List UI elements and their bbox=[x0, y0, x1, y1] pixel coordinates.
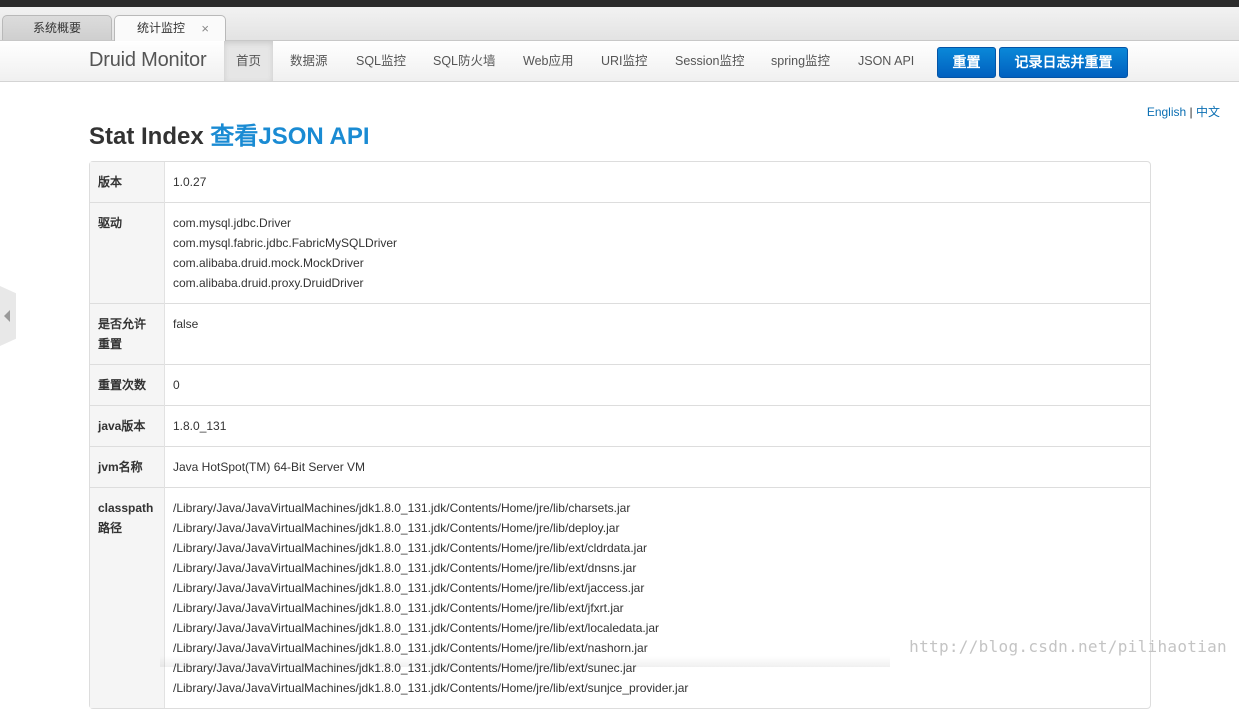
row-value: Java HotSpot(TM) 64-Bit Server VM bbox=[164, 446, 1150, 488]
brand-logo[interactable]: Druid Monitor bbox=[89, 49, 207, 72]
tab-system-overview[interactable]: 系统概要 bbox=[2, 15, 112, 40]
watermark: http://blog.csdn.net/pilihaotian bbox=[909, 637, 1227, 656]
nav-item-json-api[interactable]: JSON API bbox=[858, 41, 914, 81]
table-row: java版本 1.8.0_131 bbox=[90, 405, 1150, 447]
nav-item-web-app[interactable]: Web应用 bbox=[523, 41, 573, 81]
table-row: classpath路径 /Library/Java/JavaVirtualMac… bbox=[90, 487, 1150, 708]
lang-chinese-link[interactable]: 中文 bbox=[1196, 105, 1220, 119]
page-title: Stat Index 查看JSON API bbox=[89, 116, 370, 151]
nav-item-datasource[interactable]: 数据源 bbox=[290, 41, 328, 81]
value-line: 1.8.0_131 bbox=[173, 419, 227, 433]
value-line: 0 bbox=[173, 378, 180, 392]
value-line: /Library/Java/JavaVirtualMachines/jdk1.8… bbox=[173, 581, 645, 595]
close-icon[interactable]: × bbox=[201, 16, 209, 41]
row-key: 重置次数 bbox=[90, 364, 165, 406]
tab-label: 统计监控 bbox=[137, 21, 186, 35]
value-line: /Library/Java/JavaVirtualMachines/jdk1.8… bbox=[173, 541, 648, 555]
navbar: Druid Monitor 首页 数据源 SQL监控 SQL防火墙 Web应用 … bbox=[0, 41, 1239, 82]
nav-item-spring-monitor[interactable]: spring监控 bbox=[771, 41, 830, 81]
bottom-shadow bbox=[160, 656, 890, 667]
value-line: com.alibaba.druid.proxy.DruidDriver bbox=[173, 276, 364, 290]
window-top-strip bbox=[0, 0, 1239, 7]
row-key: java版本 bbox=[90, 405, 165, 447]
value-line: com.mysql.jdbc.Driver bbox=[173, 216, 292, 230]
value-line: com.mysql.fabric.jdbc.FabricMySQLDriver bbox=[173, 236, 398, 250]
table-row: 驱动 com.mysql.jdbc.Driver com.mysql.fabri… bbox=[90, 202, 1150, 304]
language-switcher: English | 中文 bbox=[1147, 103, 1220, 120]
tab-label: 系统概要 bbox=[32, 21, 81, 35]
value-line: /Library/Java/JavaVirtualMachines/jdk1.8… bbox=[173, 561, 637, 575]
row-key: 是否允许重置 bbox=[90, 303, 165, 365]
stat-table: 版本 1.0.27 驱动 com.mysql.jdbc.Driver com.m… bbox=[89, 161, 1151, 709]
page-title-text: Stat Index bbox=[89, 123, 204, 150]
value-line: /Library/Java/JavaVirtualMachines/jdk1.8… bbox=[173, 601, 624, 615]
row-value: com.mysql.jdbc.Driver com.mysql.fabric.j… bbox=[164, 202, 1150, 304]
row-value: /Library/Java/JavaVirtualMachines/jdk1.8… bbox=[164, 487, 1150, 708]
lang-separator: | bbox=[1189, 105, 1193, 119]
value-line: /Library/Java/JavaVirtualMachines/jdk1.8… bbox=[173, 501, 631, 515]
row-value: 1.0.27 bbox=[165, 162, 1151, 203]
chevron-left-icon bbox=[4, 310, 10, 322]
row-key: classpath路径 bbox=[90, 487, 165, 708]
table-row: 重置次数 0 bbox=[90, 364, 1150, 406]
nav-item-sql-monitor[interactable]: SQL监控 bbox=[356, 41, 406, 81]
table-row: jvm名称 Java HotSpot(TM) 64-Bit Server VM bbox=[90, 446, 1150, 488]
value-line: com.alibaba.druid.mock.MockDriver bbox=[173, 256, 364, 270]
row-key: jvm名称 bbox=[90, 446, 165, 488]
table-row: 是否允许重置 false bbox=[90, 303, 1150, 365]
value-line: false bbox=[173, 317, 199, 331]
table-row: 版本 1.0.27 bbox=[90, 162, 1150, 203]
value-line: /Library/Java/JavaVirtualMachines/jdk1.8… bbox=[173, 621, 660, 635]
value-line: /Library/Java/JavaVirtualMachines/jdk1.8… bbox=[173, 521, 620, 535]
reset-button[interactable]: 重置 bbox=[937, 47, 996, 78]
nav-item-sql-firewall[interactable]: SQL防火墙 bbox=[433, 41, 496, 81]
row-value: 1.8.0_131 bbox=[164, 405, 1150, 447]
json-api-link[interactable]: 查看JSON API bbox=[210, 123, 369, 150]
sidebar-toggle-handle[interactable] bbox=[0, 286, 16, 346]
value-line: /Library/Java/JavaVirtualMachines/jdk1.8… bbox=[173, 681, 689, 695]
tab-stat-monitor[interactable]: 统计监控 × bbox=[114, 15, 226, 41]
nav-item-uri-monitor[interactable]: URI监控 bbox=[601, 41, 648, 81]
lang-english-link[interactable]: English bbox=[1147, 105, 1186, 119]
value-line: Java HotSpot(TM) 64-Bit Server VM bbox=[173, 460, 366, 474]
value-line: 1.0.27 bbox=[173, 175, 207, 189]
row-value: 0 bbox=[164, 364, 1150, 406]
browser-tab-bar: 系统概要 统计监控 × bbox=[0, 7, 1239, 41]
row-value: false bbox=[164, 303, 1150, 365]
nav-item-home[interactable]: 首页 bbox=[224, 41, 274, 81]
log-and-reset-button[interactable]: 记录日志并重置 bbox=[999, 47, 1128, 78]
nav-item-session-monitor[interactable]: Session监控 bbox=[675, 41, 744, 81]
row-key: 版本 bbox=[90, 162, 165, 203]
row-key: 驱动 bbox=[90, 202, 165, 304]
